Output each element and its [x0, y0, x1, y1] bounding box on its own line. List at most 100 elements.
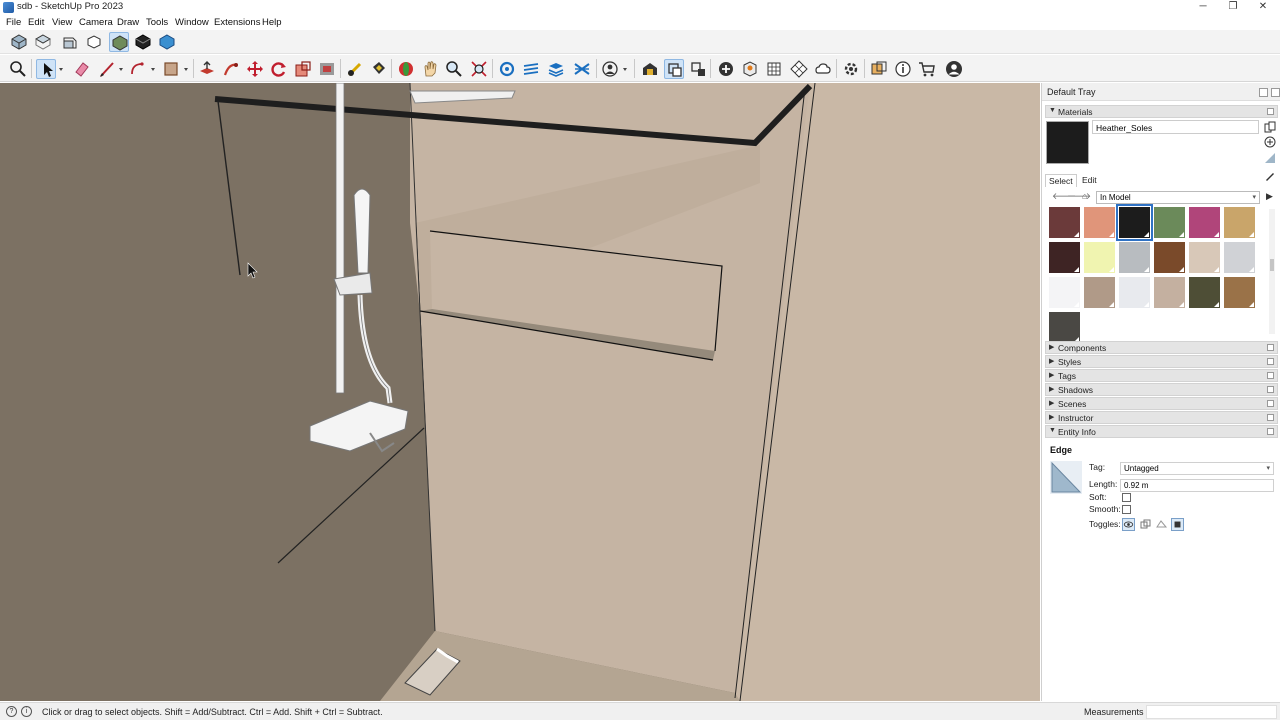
material-swatch[interactable]	[1188, 206, 1221, 239]
photo-textures-icon[interactable]	[764, 59, 784, 79]
material-preview-swatch[interactable]	[1046, 121, 1089, 164]
pan-icon[interactable]	[420, 59, 440, 79]
length-field[interactable]: 0.92 m	[1120, 479, 1274, 492]
iso-view-icon[interactable]	[9, 32, 29, 52]
section-fill-icon[interactable]	[546, 59, 566, 79]
menu-edit[interactable]: Edit	[28, 17, 44, 28]
material-swatch[interactable]	[1223, 276, 1256, 309]
front-view-icon[interactable]	[60, 32, 80, 52]
menu-window[interactable]: Window	[175, 17, 209, 28]
select-icon[interactable]	[36, 59, 56, 79]
material-swatch[interactable]	[1118, 276, 1151, 309]
display-section-cuts-icon[interactable]	[572, 59, 592, 79]
material-swatch[interactable]	[1083, 206, 1116, 239]
measurements-input[interactable]	[1146, 705, 1277, 719]
zoom-extents-icon[interactable]	[469, 59, 489, 79]
profile-icon[interactable]	[944, 59, 964, 79]
push-pull-icon[interactable]	[197, 59, 217, 79]
paint-bucket-icon[interactable]	[368, 59, 388, 79]
tags-panel-header[interactable]: ▶ Tags	[1045, 369, 1278, 382]
section-plane-icon[interactable]	[497, 59, 517, 79]
material-swatch[interactable]	[1048, 206, 1081, 239]
orbit-icon[interactable]	[396, 59, 416, 79]
monochrome-icon[interactable]	[133, 32, 153, 52]
eraser-icon[interactable]	[72, 59, 92, 79]
receive-shadows-icon[interactable]	[1155, 518, 1168, 531]
zoom-icon[interactable]	[8, 59, 28, 79]
components-icon[interactable]	[664, 59, 684, 79]
material-swatch[interactable]	[1188, 241, 1221, 274]
styles-panel-header[interactable]: ▶ Styles	[1045, 355, 1278, 368]
styles-icon[interactable]	[688, 59, 708, 79]
panel-close-icon[interactable]	[1267, 400, 1274, 407]
menu-view[interactable]: View	[52, 17, 72, 28]
scenes-panel-header[interactable]: ▶ Scenes	[1045, 397, 1278, 410]
panel-close-icon[interactable]	[1267, 386, 1274, 393]
menu-camera[interactable]: Camera	[79, 17, 113, 28]
xray-icon[interactable]	[157, 32, 177, 52]
move-icon[interactable]	[245, 59, 265, 79]
close-button[interactable]: ✕	[1246, 0, 1280, 15]
material-swatch[interactable]	[1188, 276, 1221, 309]
material-name-field[interactable]: Heather_Soles	[1092, 120, 1259, 134]
pin-icon[interactable]	[1259, 88, 1268, 97]
geo-location-icon[interactable]: ?	[6, 706, 17, 717]
rotate-icon[interactable]	[269, 59, 289, 79]
cart-icon[interactable]	[917, 59, 937, 79]
material-swatch[interactable]	[1153, 276, 1186, 309]
shaded-icon[interactable]	[109, 32, 129, 52]
cast-shadows-icon[interactable]	[1139, 518, 1152, 531]
material-swatch[interactable]	[1223, 206, 1256, 239]
instructor-panel-header[interactable]: ▶ Instructor	[1045, 411, 1278, 424]
material-swatch[interactable]	[1083, 276, 1116, 309]
display-secondary-icon[interactable]	[1264, 152, 1276, 164]
smooth-checkbox[interactable]	[1122, 505, 1131, 514]
panel-close-icon[interactable]	[1267, 372, 1274, 379]
material-swatch[interactable]	[1048, 276, 1081, 309]
details-arrow-icon[interactable]: ▶	[1266, 191, 1273, 202]
instructor-icon[interactable]: i	[21, 706, 32, 717]
soft-checkbox[interactable]	[1122, 493, 1131, 502]
tape-measure-icon[interactable]	[345, 59, 365, 79]
entity-info-panel-header[interactable]: ▼ Entity Info	[1045, 425, 1278, 438]
home-icon[interactable]: ⌂	[1082, 191, 1087, 201]
material-swatch[interactable]	[1118, 241, 1151, 274]
forward-arrow-icon[interactable]: 🡒	[1067, 191, 1091, 202]
panel-close-icon[interactable]	[1267, 358, 1274, 365]
scrollbar-thumb[interactable]	[1270, 259, 1274, 271]
menu-draw[interactable]: Draw	[117, 17, 139, 28]
tab-edit[interactable]: Edit	[1079, 174, 1100, 186]
menu-tools[interactable]: Tools	[146, 17, 168, 28]
tag-select[interactable]: Untagged ▾	[1120, 462, 1274, 475]
menu-extensions[interactable]: Extensions	[214, 17, 260, 28]
material-swatch[interactable]	[1116, 204, 1153, 241]
model-viewport[interactable]	[0, 83, 1040, 701]
visible-toggle-icon[interactable]	[1122, 518, 1135, 531]
layout-icon[interactable]	[789, 59, 809, 79]
sample-paint-icon[interactable]	[1264, 170, 1276, 182]
maximize-button[interactable]: ❐	[1216, 0, 1250, 15]
offset-icon[interactable]	[317, 59, 337, 79]
tray-close-icon[interactable]	[1271, 88, 1280, 97]
warehouse-icon[interactable]	[640, 59, 660, 79]
display-section-planes-icon[interactable]	[521, 59, 541, 79]
components-panel-header[interactable]: ▶ Components	[1045, 341, 1278, 354]
material-swatch[interactable]	[1223, 241, 1256, 274]
panel-close-icon[interactable]	[1267, 428, 1274, 435]
scale-icon[interactable]	[293, 59, 313, 79]
info-icon[interactable]	[893, 59, 913, 79]
rectangle-dropdown-icon[interactable]	[178, 59, 198, 79]
top-view-icon[interactable]	[33, 32, 53, 52]
create-material-icon[interactable]	[1264, 136, 1276, 148]
minimize-button[interactable]: ─	[1186, 0, 1220, 15]
extension-manager-icon[interactable]	[841, 59, 861, 79]
tab-select[interactable]: Select	[1045, 174, 1077, 187]
add-location-icon[interactable]	[740, 59, 760, 79]
material-swatch[interactable]	[1153, 241, 1186, 274]
solid-tools-icon[interactable]	[869, 59, 889, 79]
default-material-icon[interactable]	[1264, 121, 1276, 133]
material-swatch[interactable]	[1083, 241, 1116, 274]
panel-close-icon[interactable]	[1267, 414, 1274, 421]
panel-close-icon[interactable]	[1267, 344, 1274, 351]
lock-toggle-icon[interactable]	[1171, 518, 1184, 531]
